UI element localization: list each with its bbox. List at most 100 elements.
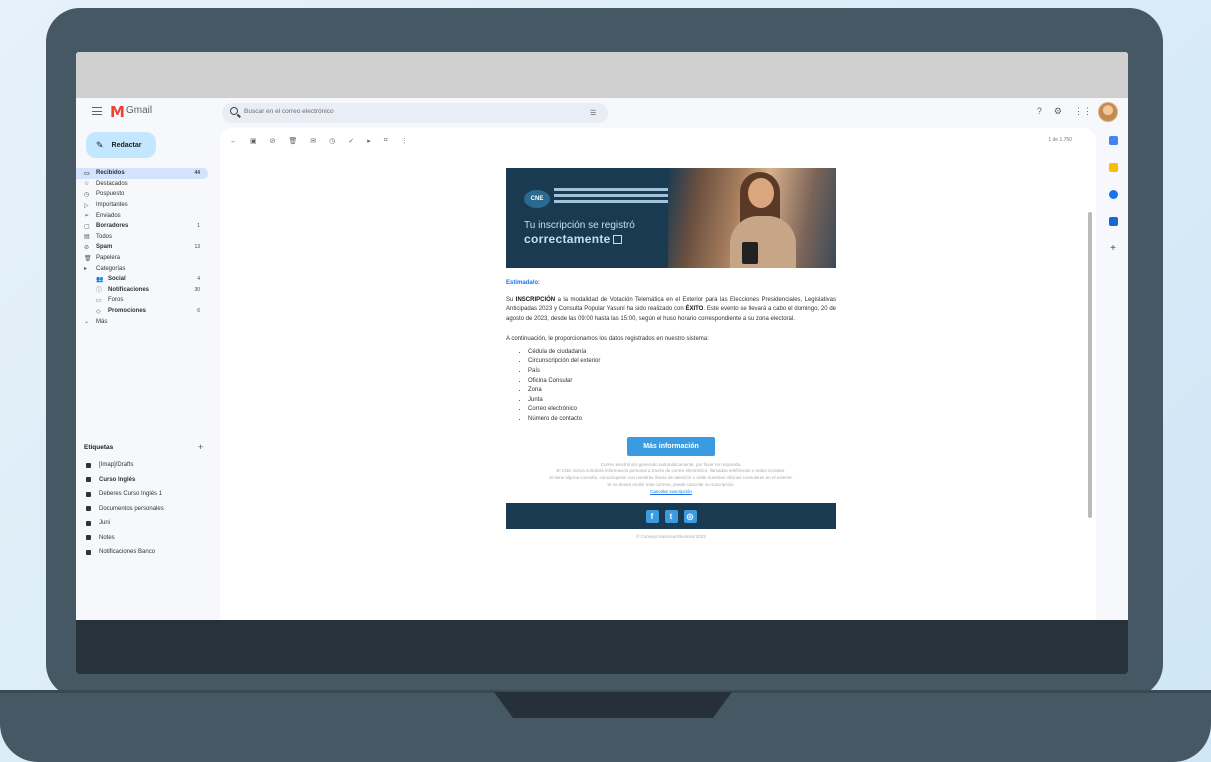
sidebar-item-categorías[interactable]: ▸ Categorías bbox=[76, 263, 208, 274]
sidebar-item-más[interactable]: ⌄ Más bbox=[76, 316, 208, 327]
draft-icon: ▢ bbox=[84, 223, 90, 230]
laptop-notch bbox=[494, 692, 732, 718]
list-item: Número de contacto bbox=[528, 415, 836, 425]
sidebar-item-notificaciones[interactable]: ⓘ Notificaciones 30 bbox=[76, 285, 208, 296]
search-icon[interactable] bbox=[230, 107, 238, 115]
sidebar-item-foros[interactable]: ▭ Foros bbox=[76, 295, 208, 306]
search-input[interactable]: Buscar en el correo electrónico bbox=[244, 108, 334, 115]
settings-gear-icon[interactable]: ⚙ bbox=[1054, 106, 1062, 117]
help-icon[interactable]: ? bbox=[1037, 106, 1042, 117]
sidebar-item-borradores[interactable]: ▢ Borradores 1 bbox=[76, 221, 208, 232]
unsubscribe-link[interactable]: Cancelar suscripción bbox=[506, 489, 836, 496]
label-item[interactable]: Notificaciones Banco bbox=[76, 545, 216, 560]
instagram-icon[interactable]: ◎ bbox=[683, 509, 697, 523]
banner-photo bbox=[668, 168, 836, 268]
unread-count: 44 bbox=[194, 170, 200, 177]
sidebar-item-todos[interactable]: ▤ Todos bbox=[76, 232, 208, 243]
more-info-button[interactable]: Más información bbox=[627, 436, 715, 456]
important-icon: ▷ bbox=[84, 202, 89, 209]
email-banner: CNE Tu inscripción se registró correctam… bbox=[506, 168, 836, 268]
label-item[interactable]: Curso Inglés bbox=[76, 473, 216, 488]
list-item: Junta bbox=[528, 396, 836, 406]
tasks-icon[interactable] bbox=[1108, 190, 1118, 199]
gmail-logo-icon[interactable]: M bbox=[110, 103, 125, 121]
sidebar-item-papelera[interactable]: 🗑 Papelera bbox=[76, 253, 208, 264]
sidebar-item-label: Promociones bbox=[108, 308, 147, 315]
label-tag-icon bbox=[86, 477, 91, 483]
sidebar-item-label: Borradores bbox=[96, 223, 129, 230]
greeting: Estimada/o: bbox=[506, 280, 541, 286]
label-item[interactable]: Documentos personales bbox=[76, 502, 216, 517]
sidebar: ✎ Redactar ▭ Recibidos 44 ☆ Destacados ◷ Pospu… bbox=[76, 128, 216, 620]
calendar-icon[interactable] bbox=[1108, 136, 1118, 145]
compose-button[interactable]: ✎ Redactar bbox=[86, 132, 156, 158]
hamburger-menu-icon[interactable] bbox=[92, 107, 102, 115]
top-right-actions: ? ⚙ ⋮⋮ bbox=[1037, 106, 1092, 117]
label-item[interactable]: Notes bbox=[76, 531, 216, 546]
registered-data-list: Cédula de ciudadaníaCircunscripción del … bbox=[506, 348, 836, 425]
report-spam-icon[interactable]: ⊘ bbox=[270, 137, 276, 145]
confirmation-paragraph: Su INSCRIPCIÓN a la modalidad de Votació… bbox=[506, 297, 836, 322]
sidebar-item-pospuesto[interactable]: ◷ Pospuesto bbox=[76, 189, 208, 200]
search-box[interactable]: Buscar en el correo electrónico ☰ bbox=[222, 103, 608, 123]
sidebar-item-recibidos[interactable]: ▭ Recibidos 44 bbox=[76, 168, 208, 179]
label-name: Juni bbox=[99, 520, 111, 527]
sidebar-item-importantes[interactable]: ▷ Importantes bbox=[76, 200, 208, 211]
sidebar-item-promociones[interactable]: ◇ Promociones 6 bbox=[76, 306, 208, 317]
fine-print-line: Correo electrónico generado automáticame… bbox=[600, 461, 742, 467]
scrollbar[interactable] bbox=[1088, 212, 1092, 518]
keep-icon[interactable] bbox=[1108, 163, 1118, 172]
sidebar-item-spam[interactable]: ⊘ Spam 13 bbox=[76, 242, 208, 253]
sidebar-item-enviados[interactable]: ➢ Enviados bbox=[76, 210, 208, 221]
social-icon: 👥 bbox=[96, 276, 104, 283]
list-item: Correo electrónico bbox=[528, 405, 836, 415]
sidebar-item-label: Pospuesto bbox=[96, 191, 125, 198]
side-panel: + bbox=[1098, 128, 1128, 620]
sidebar-item-social[interactable]: 👥 Social 4 bbox=[76, 274, 208, 285]
twitter-icon[interactable]: t bbox=[664, 509, 678, 523]
label-name: Notes bbox=[99, 534, 115, 541]
sidebar-item-label: Recibidos bbox=[96, 170, 125, 177]
label-name: [Imap]/Drafts bbox=[99, 462, 134, 469]
labels-list: [Imap]/Drafts Curso Inglés Deberes Curso I… bbox=[76, 458, 216, 560]
snooze-icon[interactable]: ◷ bbox=[329, 137, 335, 145]
apps-grid-icon[interactable]: ⋮⋮ bbox=[1074, 106, 1092, 117]
sidebar-nav: ▭ Recibidos 44 ☆ Destacados ◷ Pospuesto ▷ Import… bbox=[76, 168, 216, 327]
archive-icon[interactable]: ▣ bbox=[250, 137, 257, 145]
list-item: Zona bbox=[528, 386, 836, 396]
unread-count: 1 bbox=[197, 223, 200, 230]
photo-body bbox=[730, 216, 796, 268]
mark-unread-icon[interactable]: ✉ bbox=[310, 137, 316, 145]
message-toolbar: ← ▣ ⊘ 🗑 ✉ ◷ ✓ ▸ ⌗ ⋮ bbox=[220, 132, 1096, 150]
label-item[interactable]: Juni bbox=[76, 516, 216, 531]
contacts-icon[interactable] bbox=[1108, 217, 1118, 226]
add-addon-icon[interactable]: + bbox=[1109, 244, 1118, 254]
search-filter-icon[interactable]: ☰ bbox=[590, 109, 596, 117]
compose-label: Redactar bbox=[111, 141, 142, 149]
add-task-icon[interactable]: ✓ bbox=[348, 137, 354, 145]
sidebar-item-destacados[interactable]: ☆ Destacados bbox=[76, 179, 208, 190]
more-options-icon[interactable]: ⋮ bbox=[401, 137, 408, 145]
sidebar-item-label: Notificaciones bbox=[108, 286, 150, 293]
avatar[interactable] bbox=[1098, 102, 1118, 122]
sidebar-item-label: Enviados bbox=[96, 212, 121, 219]
notifications-icon: ⓘ bbox=[96, 288, 103, 295]
unread-count: 6 bbox=[197, 308, 200, 315]
cne-logo: CNE bbox=[524, 190, 550, 208]
facebook-icon[interactable]: f bbox=[645, 509, 659, 523]
fine-print-line: Si tiene alguna consulta, comuníquese co… bbox=[549, 475, 793, 481]
label-item[interactable]: Deberes Curso Inglés 1 bbox=[76, 487, 216, 502]
move-to-icon[interactable]: ▸ bbox=[367, 137, 371, 145]
banner-headline: Tu inscripción se registró bbox=[524, 220, 635, 231]
delete-icon[interactable]: 🗑 bbox=[289, 137, 298, 145]
back-arrow-icon[interactable]: ← bbox=[230, 138, 237, 145]
unread-count: 30 bbox=[194, 286, 200, 293]
taskbar bbox=[76, 620, 1128, 674]
email-body: CNE Tu inscripción se registró correctam… bbox=[506, 168, 836, 539]
sidebar-item-label: Importantes bbox=[96, 202, 128, 209]
spam-icon: ⊘ bbox=[84, 244, 90, 251]
label-item[interactable]: [Imap]/Drafts bbox=[76, 458, 216, 473]
send-icon: ➢ bbox=[84, 213, 90, 220]
label-icon[interactable]: ⌗ bbox=[384, 137, 388, 145]
add-label-icon[interactable]: + bbox=[198, 442, 203, 452]
